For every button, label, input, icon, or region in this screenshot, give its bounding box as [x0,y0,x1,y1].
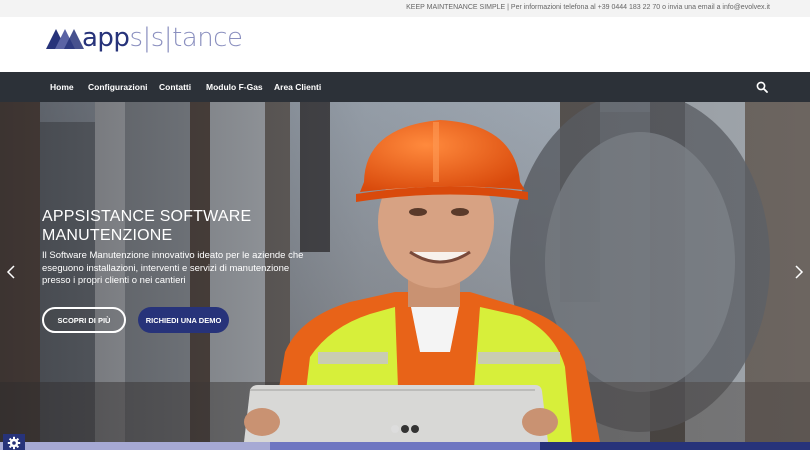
chevron-right-icon[interactable] [794,265,804,279]
hero-subtitle: Il Software Manutenzione innovativo idea… [42,250,304,286]
main-navigation: Home Configurazioni Contatti Modulo F-Ga… [0,72,810,102]
logo-mark-icon [46,29,84,49]
settings-toggle[interactable] [3,434,25,450]
request-demo-button[interactable]: RICHIEDI UNA DEMO [138,307,229,333]
strip-segment [270,442,540,450]
nav-item-modulo-fgas[interactable]: Modulo F-Gas [206,82,263,92]
slider-dot[interactable] [401,425,409,433]
hero-title: APPSISTANCE SOFTWARE MANUTENZIONE [42,208,252,244]
strip-segment [0,442,270,450]
nav-item-configurazioni[interactable]: Configurazioni [88,82,148,92]
nav-item-home[interactable]: Home [50,82,74,92]
strip-segment [540,442,810,450]
logo-text-app: app [82,23,130,53]
gear-icon [7,436,21,450]
bottom-color-strip [0,442,810,450]
site-logo[interactable]: app s|s|tance [46,23,243,53]
slider-pagination [391,425,419,433]
chevron-left-icon[interactable] [6,265,16,279]
search-icon[interactable] [756,81,768,93]
nav-item-area-clienti[interactable]: Area Clienti [274,82,321,92]
hero-slider: APPSISTANCE SOFTWARE MANUTENZIONE Il Sof… [0,102,810,442]
nav-item-contatti[interactable]: Contatti [159,82,191,92]
slider-dot[interactable] [411,425,419,433]
top-info-bar: KEEP MAINTENANCE SIMPLE | Per informazio… [0,0,810,17]
slider-dot[interactable] [391,425,399,433]
logo-text-sistance: s|s|tance [129,23,243,53]
top-info-text: KEEP MAINTENANCE SIMPLE | Per informazio… [406,4,770,11]
site-header: app s|s|tance [0,17,810,72]
discover-more-button[interactable]: SCOPRI DI PIÙ [42,307,126,333]
